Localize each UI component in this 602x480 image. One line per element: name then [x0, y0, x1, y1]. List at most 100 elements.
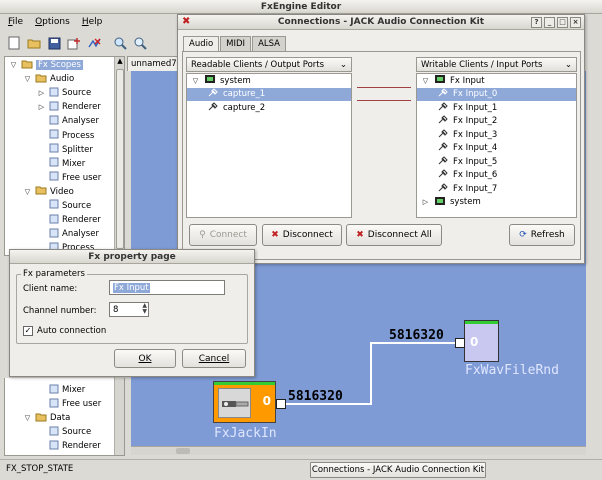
port-item[interactable]: Fx Input_3: [417, 128, 576, 142]
port-item[interactable]: capture_2: [187, 101, 351, 115]
ok-button[interactable]: OK: [114, 349, 176, 368]
expand-closed-icon[interactable]: ▷: [421, 198, 430, 206]
port-label: Fx Input_7: [453, 183, 498, 194]
client-item[interactable]: ▽ system: [187, 74, 351, 88]
writable-list[interactable]: ▽ Fx Input Fx Input_0 Fx Input_1 Fx Input_2 F…: [416, 73, 577, 218]
refresh-button[interactable]: ⟳ Refresh: [509, 224, 575, 246]
expand-open-icon[interactable]: ▽: [23, 75, 32, 83]
remove-link-icon[interactable]: [86, 35, 102, 51]
tree-item[interactable]: Process: [5, 128, 124, 142]
menu-options[interactable]: Options: [35, 17, 70, 27]
tree-item[interactable]: ▷ Source: [5, 86, 124, 100]
client-item[interactable]: ▽ Fx Input: [417, 74, 576, 88]
scroll-up-icon[interactable]: ▲: [116, 57, 124, 67]
status-bar: FX_STOP_STATE Connections - JACK Audio C…: [0, 459, 602, 480]
channel-number-stepper[interactable]: 8 ▲ ▼: [109, 302, 149, 317]
port-item[interactable]: Fx Input_6: [417, 169, 576, 183]
disconnect-all-button[interactable]: ✖ Disconnect All: [346, 224, 442, 246]
menu-file[interactable]: File: [8, 17, 23, 27]
input-pin[interactable]: [455, 338, 465, 348]
port-item[interactable]: Fx Input_4: [417, 142, 576, 156]
output-pin[interactable]: [276, 399, 286, 409]
auto-connection-row[interactable]: ✓ Auto connection: [23, 326, 106, 336]
tree-item[interactable]: Mixer: [5, 383, 124, 397]
save-icon[interactable]: [46, 35, 62, 51]
new-file-icon[interactable]: [6, 35, 22, 51]
expand-closed-icon[interactable]: ▷: [37, 103, 46, 111]
tree-item[interactable]: Source: [5, 199, 124, 213]
port-item[interactable]: Fx Input_0: [417, 87, 576, 101]
client-name-field[interactable]: Fx Input: [109, 280, 225, 295]
tree-item[interactable]: Source: [5, 425, 124, 439]
tree-item-label: Source: [62, 427, 92, 438]
tree-item[interactable]: Renderer: [5, 213, 124, 227]
tree-item[interactable]: Analyser: [5, 114, 124, 128]
auto-connection-checkbox[interactable]: ✓: [23, 326, 33, 336]
tab-alsa[interactable]: ALSA: [252, 36, 286, 52]
port-label: Fx Input_0: [453, 89, 498, 100]
maximize-icon[interactable]: □: [557, 17, 568, 28]
spin-arrows-icon[interactable]: ▲ ▼: [142, 303, 147, 315]
fx-scope-tree-lower[interactable]: Mixer Free user ▽ Data Source Renderer: [4, 378, 125, 456]
port-icon: [437, 128, 449, 142]
port-item[interactable]: capture_1: [187, 87, 351, 101]
port-label: system: [450, 197, 481, 208]
expand-closed-icon[interactable]: ▷: [37, 89, 46, 97]
close-icon[interactable]: ×: [570, 17, 581, 28]
port-item[interactable]: Fx Input_5: [417, 155, 576, 169]
fx-leaf-icon: [49, 398, 59, 411]
add-fx-icon[interactable]: [66, 35, 82, 51]
jack-plug-icon: [218, 388, 251, 418]
menu-help[interactable]: Help: [82, 17, 103, 27]
expand-open-icon[interactable]: ▽: [23, 414, 32, 422]
expand-open-icon[interactable]: ▽: [23, 188, 32, 196]
node-fxwavfilernd[interactable]: 0: [464, 320, 499, 362]
tree-item[interactable]: ▽ Data: [5, 411, 124, 425]
fx-leaf-icon: [49, 101, 59, 114]
open-folder-icon[interactable]: [26, 35, 42, 51]
tab-midi[interactable]: MIDI: [220, 36, 252, 52]
minimize-icon[interactable]: _: [544, 17, 555, 28]
taskbar-connections[interactable]: Connections - JACK Audio Connection Kit: [310, 462, 486, 478]
tree-item[interactable]: ▽ Video: [5, 185, 124, 199]
fx-scope-tree[interactable]: ▽ Fx Scopes ▽ Audio ▷ Source ▷ Renderer Analyser…: [4, 56, 125, 256]
expand-open-icon[interactable]: ▽: [421, 77, 430, 85]
help-icon[interactable]: ?: [531, 17, 542, 28]
tree-item[interactable]: Free user: [5, 397, 124, 411]
canvas-hscroll-thumb[interactable]: [176, 448, 190, 454]
zoom-in-icon[interactable]: [112, 35, 128, 51]
port-item[interactable]: Fx Input_2: [417, 115, 576, 129]
tree-item[interactable]: Mixer: [5, 157, 124, 171]
node-fxjackin[interactable]: 0: [213, 381, 276, 423]
tree-scroll-thumb[interactable]: [116, 69, 124, 249]
tree-item[interactable]: Free user: [5, 171, 124, 185]
tab-audio[interactable]: Audio: [183, 36, 220, 52]
tree-item-label: Mixer: [62, 158, 86, 169]
client-icon: [434, 74, 446, 87]
cancel-button[interactable]: Cancel: [182, 349, 246, 368]
tree-item[interactable]: Analyser: [5, 227, 124, 241]
tree-item[interactable]: Renderer: [5, 439, 124, 453]
tree-item[interactable]: Splitter: [5, 143, 124, 157]
client-item[interactable]: ▷ system: [417, 196, 576, 210]
audio-tab-panel: Readable Clients / Output Ports ⌄ ▽ system…: [182, 51, 581, 260]
connect-button[interactable]: ⚲ Connect: [189, 224, 257, 246]
chevron-down-icon: ⌄: [564, 59, 572, 70]
fx-leaf-icon: [49, 228, 59, 241]
writable-header[interactable]: Writable Clients / Input Ports ⌄: [416, 57, 577, 72]
client-name-label: Client name:: [23, 284, 78, 294]
expand-open-icon[interactable]: ▽: [191, 77, 200, 85]
main-toolbar: [2, 32, 152, 54]
tree-item[interactable]: ▽ Audio: [5, 72, 124, 86]
node-value: 0: [470, 335, 479, 349]
zoom-out-icon[interactable]: [132, 35, 148, 51]
doc-tab[interactable]: unnamed7: [127, 56, 179, 71]
disconnect-button[interactable]: ✖ Disconnect: [262, 224, 342, 246]
readable-header[interactable]: Readable Clients / Output Ports ⌄: [186, 57, 352, 72]
readable-list[interactable]: ▽ system capture_1 capture_2: [186, 73, 352, 218]
tree-item[interactable]: ▷ Renderer: [5, 100, 124, 114]
tree-item[interactable]: ▽ Fx Scopes: [5, 58, 124, 72]
port-item[interactable]: Fx Input_7: [417, 182, 576, 196]
port-item[interactable]: Fx Input_1: [417, 101, 576, 115]
expand-open-icon[interactable]: ▽: [9, 61, 18, 69]
